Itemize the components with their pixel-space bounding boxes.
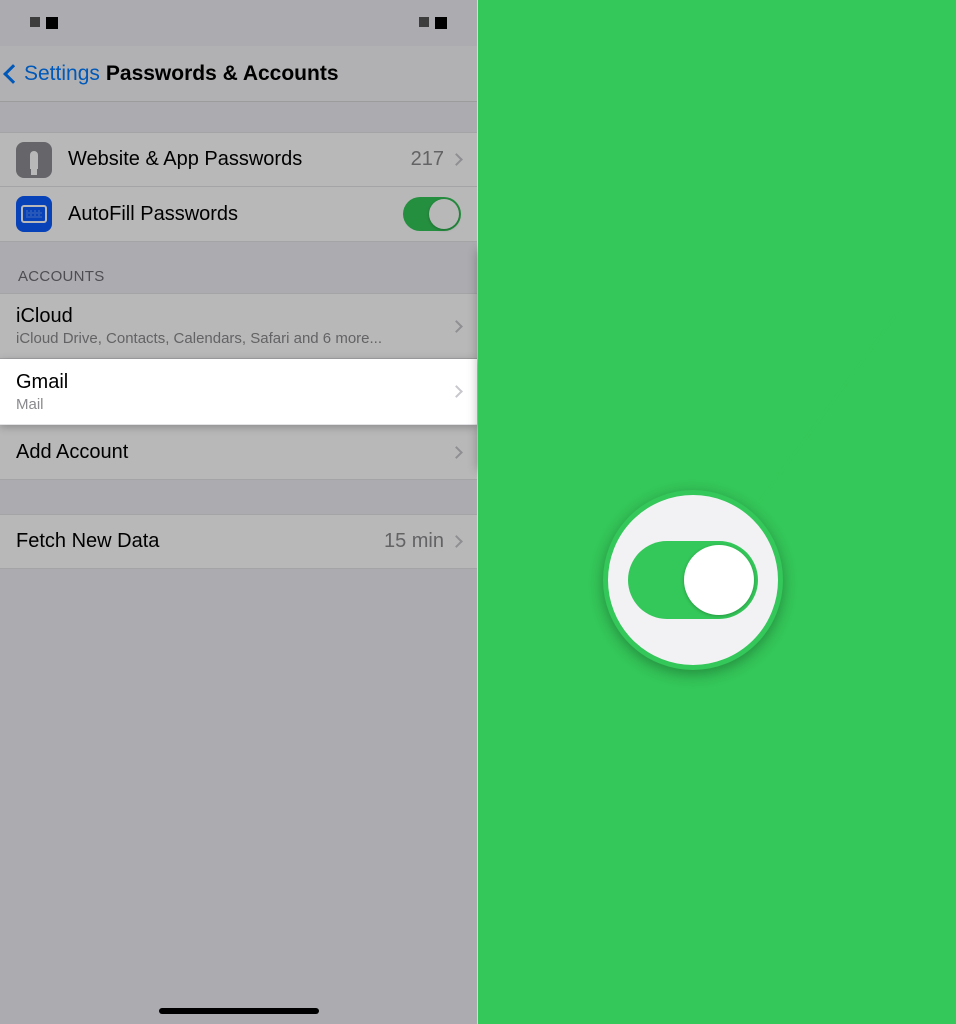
fetch-new-data-row[interactable]: Fetch New Data 15 min [0, 514, 477, 569]
row-sublabel: Mail [16, 396, 452, 413]
accounts-group: iCloud iCloud Drive, Contacts, Calendars… [0, 293, 477, 480]
row-label: AutoFill Passwords [68, 203, 403, 226]
chevron-right-icon [450, 535, 463, 548]
screen-passwords-accounts: Settings Passwords & Accounts Website & … [0, 0, 478, 1024]
zoom-toggle-illustration [628, 541, 758, 619]
calendar-icon [494, 367, 530, 403]
mail-icon [494, 258, 530, 294]
back-button[interactable]: Settings [6, 62, 100, 86]
row-label: Gmail [16, 371, 452, 394]
gmail-row[interactable]: Gmail Mail [0, 359, 477, 425]
chevron-right-icon [928, 174, 941, 187]
row-label: Fetch New Data [16, 530, 384, 553]
zoom-callout [603, 490, 783, 670]
contacts-icon [494, 312, 530, 348]
back-label: Accounts [502, 62, 588, 86]
notes-service-row[interactable]: Notes [478, 413, 955, 468]
status-bar [0, 0, 477, 46]
calendars-toggle[interactable] [881, 368, 939, 402]
row-value: 15 min [384, 530, 444, 553]
status-bar [478, 0, 955, 46]
row-label: Account [494, 169, 816, 192]
contacts-toggle[interactable] [881, 313, 939, 347]
chevron-left-icon [3, 64, 23, 84]
key-icon [16, 142, 52, 178]
chevron-right-icon [450, 446, 463, 459]
icloud-row[interactable]: iCloud iCloud Drive, Contacts, Calendars… [0, 293, 477, 359]
chevron-right-icon [450, 320, 463, 333]
notes-toggle[interactable] [881, 423, 939, 457]
mail-toggle[interactable] [881, 259, 939, 293]
website-app-passwords-row[interactable]: Website & App Passwords 217 [0, 132, 477, 187]
row-value: 217 [411, 148, 444, 171]
mail-service-row[interactable]: Mail [478, 248, 955, 303]
account-value-redacted [816, 170, 920, 192]
autofill-passwords-row[interactable]: AutoFill Passwords [0, 187, 477, 242]
screen-gmail-account: Accounts Gmail GMAIL Account Mail [478, 0, 956, 1024]
row-label: Mail [546, 264, 881, 287]
row-label: Contacts [546, 319, 881, 342]
gmail-section-header: GMAIL [478, 102, 955, 153]
notes-icon [494, 422, 530, 458]
home-indicator[interactable] [159, 1008, 319, 1014]
row-label: iCloud [16, 305, 452, 328]
account-group: Account [478, 153, 955, 208]
nav-bar: Settings Passwords & Accounts [0, 46, 477, 102]
fetch-group: Fetch New Data 15 min [0, 514, 477, 569]
passwords-group: Website & App Passwords 217 AutoFill Pas… [0, 132, 477, 242]
keyboard-icon [16, 196, 52, 232]
add-account-row[interactable]: Add Account [0, 425, 477, 480]
row-label: Website & App Passwords [68, 148, 411, 171]
home-indicator[interactable] [637, 1008, 797, 1014]
row-label: Add Account [16, 441, 452, 464]
row-sublabel: iCloud Drive, Contacts, Calendars, Safar… [16, 330, 452, 347]
delete-label-partial: unt [837, 524, 865, 547]
chevron-right-icon [450, 153, 463, 166]
back-button[interactable]: Accounts [484, 62, 588, 86]
account-row[interactable]: Account [478, 153, 955, 208]
row-label: Calendars [546, 374, 881, 397]
accounts-section-header: ACCOUNTS [0, 242, 477, 293]
chevron-left-icon [481, 64, 501, 84]
contacts-service-row[interactable]: Contacts [478, 303, 955, 358]
back-label: Settings [24, 62, 100, 86]
chevron-right-icon [450, 385, 463, 398]
row-label: Notes [546, 429, 881, 452]
calendars-service-row[interactable]: Calendars [478, 358, 955, 413]
nav-bar: Accounts Gmail [478, 46, 955, 102]
autofill-toggle[interactable] [403, 197, 461, 231]
page-title: Passwords & Accounts [106, 62, 339, 86]
services-group: Mail Contacts Calendars Notes [478, 248, 955, 468]
